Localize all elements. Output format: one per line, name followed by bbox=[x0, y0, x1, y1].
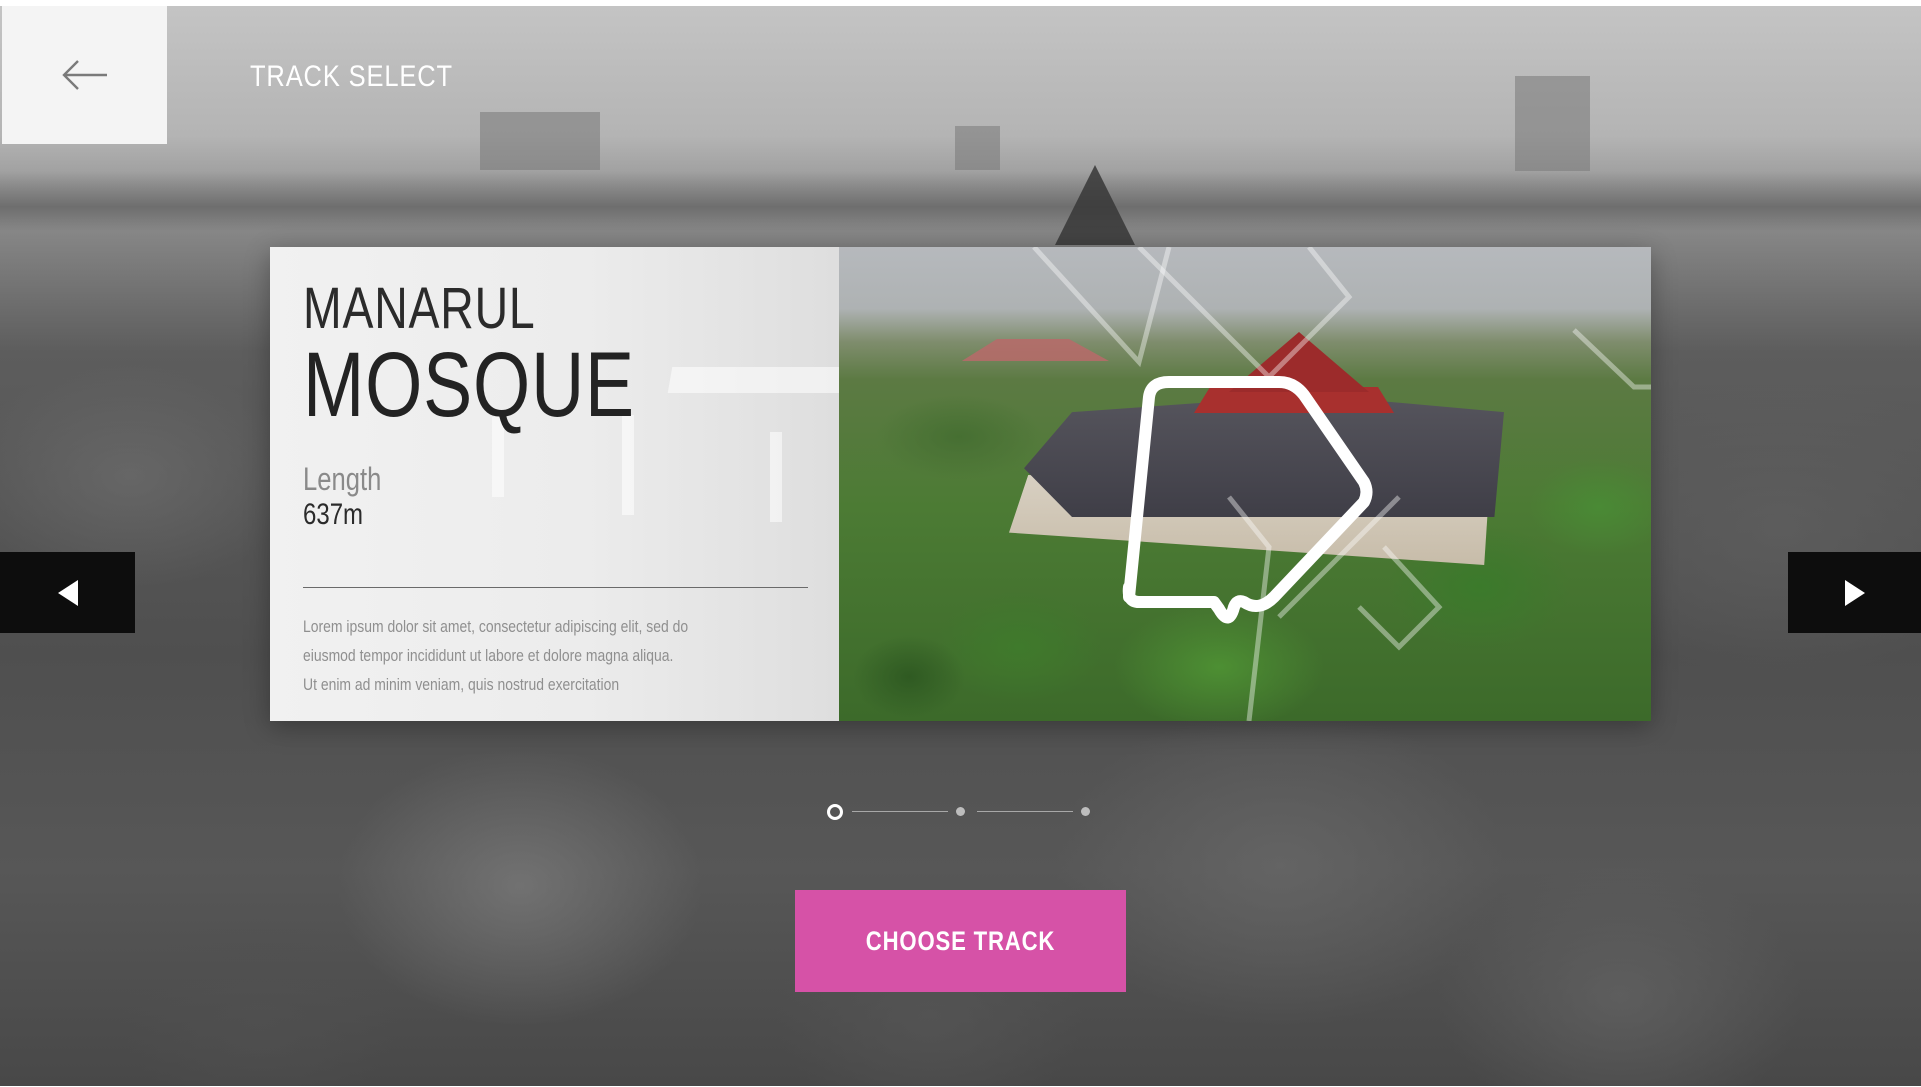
track-select-screen: TRACK SELECT MANARUL MOSQUE Length 637m … bbox=[0, 6, 1921, 1086]
triangle-right-icon bbox=[1844, 579, 1865, 606]
background-building bbox=[1515, 76, 1590, 171]
previous-track-button[interactable] bbox=[0, 552, 135, 633]
track-route-overlay bbox=[1032, 247, 1651, 721]
length-value: 637m bbox=[303, 498, 364, 531]
ghost-roof bbox=[667, 367, 839, 393]
screen-title: TRACK SELECT bbox=[250, 60, 453, 93]
track-name-line1: MANARUL bbox=[303, 276, 536, 341]
divider bbox=[303, 587, 808, 588]
choose-track-button[interactable]: CHOOSE TRACK bbox=[795, 890, 1126, 992]
background-building bbox=[480, 112, 600, 170]
background-spire bbox=[1055, 165, 1135, 245]
pagination-dot-active[interactable] bbox=[827, 804, 843, 820]
ghost-column bbox=[770, 432, 782, 522]
track-card: MANARUL MOSQUE Length 637m Lorem ipsum d… bbox=[270, 247, 1651, 721]
track-description: Lorem ipsum dolor sit amet, consectetur … bbox=[303, 617, 689, 694]
background-horizon bbox=[0, 171, 1921, 231]
track-info-panel: MANARUL MOSQUE Length 637m Lorem ipsum d… bbox=[270, 247, 839, 721]
track-outline-icon bbox=[1122, 376, 1373, 624]
background-building bbox=[955, 126, 1000, 170]
track-photo bbox=[839, 247, 1651, 721]
pagination-line bbox=[852, 811, 948, 812]
pagination-dot[interactable] bbox=[1081, 807, 1090, 816]
back-button[interactable] bbox=[2, 6, 167, 144]
next-track-button[interactable] bbox=[1788, 552, 1921, 633]
length-label: Length bbox=[303, 461, 382, 497]
pagination-line bbox=[977, 811, 1073, 812]
triangle-left-icon bbox=[57, 579, 78, 606]
track-pagination bbox=[827, 800, 1092, 822]
track-name-line2: MOSQUE bbox=[303, 334, 635, 436]
choose-track-label: CHOOSE TRACK bbox=[865, 925, 1056, 956]
arrow-left-icon bbox=[61, 60, 107, 90]
pagination-dot[interactable] bbox=[956, 807, 965, 816]
